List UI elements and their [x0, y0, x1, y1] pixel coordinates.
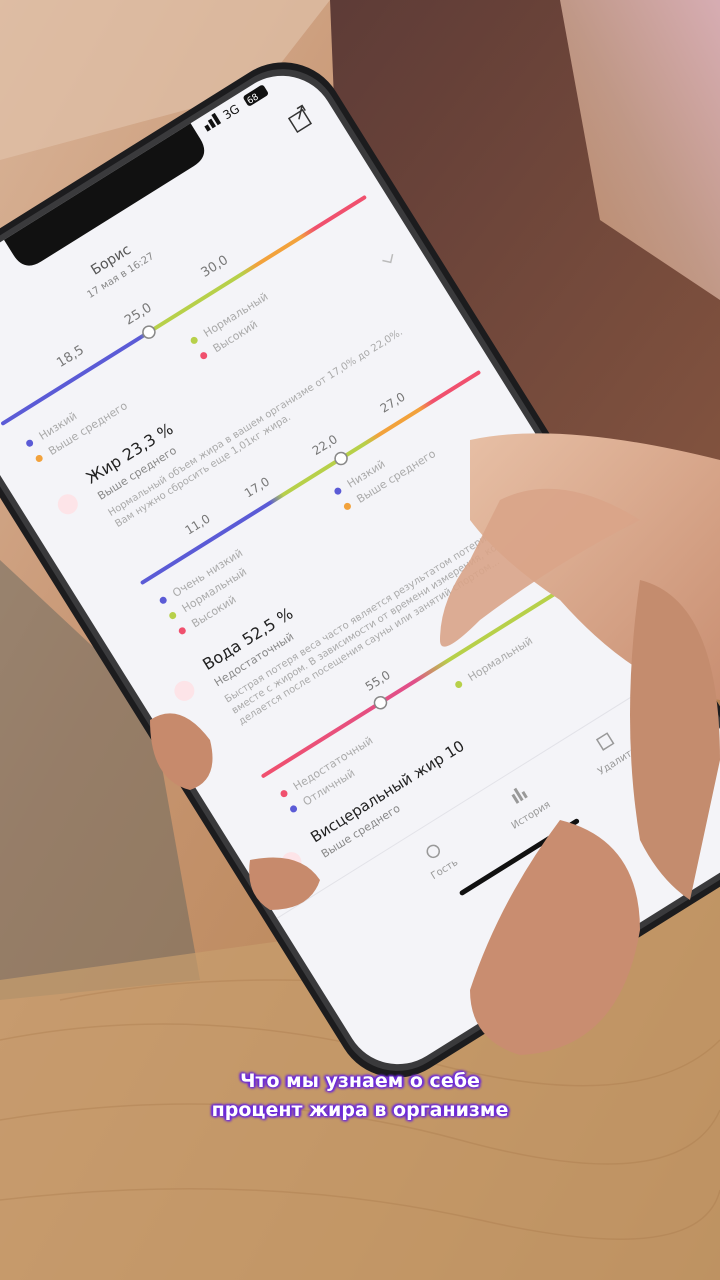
caption-line-1: Что мы узнаем о себе: [240, 1070, 480, 1092]
caption-line-2: процент жира в организме: [211, 1099, 509, 1121]
